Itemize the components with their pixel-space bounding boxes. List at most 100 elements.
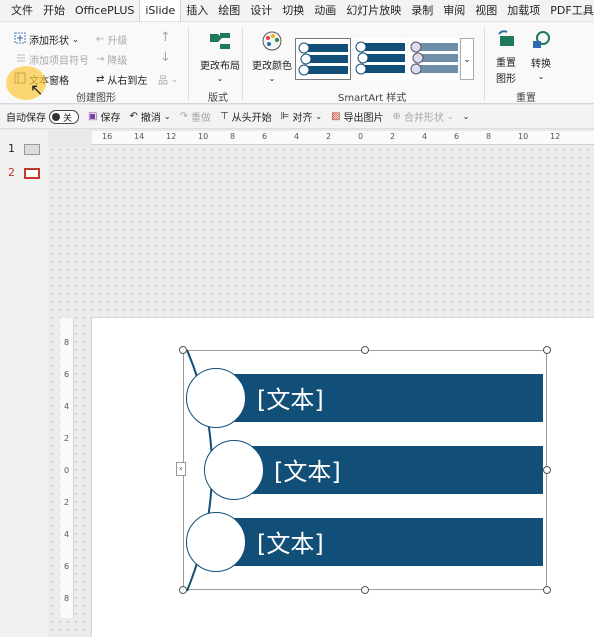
menu-item[interactable]: OfficePLUS [70,0,139,21]
ruler-tick-label: 2 [326,132,332,141]
menu-item[interactable]: iSlide [139,0,182,21]
style-thumbnail-1[interactable] [295,38,351,80]
chevron-down-icon: ⌄ [171,75,178,84]
save-button[interactable]: ▣ 保存 [88,109,120,124]
chevron-down-icon: ⌄ [216,74,224,83]
convert-button[interactable]: 转换 ⌄ [530,30,552,81]
ruler-tick-label: 6 [262,132,268,141]
smartart-circle-1[interactable] [186,368,246,428]
style-thumbnail-3[interactable] [408,38,458,80]
smartart-text-2[interactable]: [文本] [274,452,341,487]
smartart-circle-2[interactable] [204,440,264,500]
ribbon: 添加形状 ⌄ 添加项目符号 文本窗格 ← 升级 → 降级 ⇄ 从右到左 ↑ ↓ … [0,22,594,104]
reset-graphic-icon [495,30,517,53]
arrow-down-icon: ↓ [160,50,171,65]
style-thumbnail-2[interactable] [353,38,407,80]
chevron-down-icon: ⌄ [268,74,276,83]
export-image-button[interactable]: ▨ 导出图片 [331,109,383,124]
ruler-tick-label: 6 [64,562,70,571]
divider [484,28,485,100]
chevron-down-icon: ⌄ [446,112,454,121]
align-button[interactable]: ⊫ 对齐 ⌄ [281,109,322,124]
autosave-toggle[interactable]: 自动保存 关 [6,109,79,124]
resize-handle-br[interactable] [543,586,551,594]
merge-shapes-button[interactable]: ⊕ 合并形状 ⌄ [393,109,454,124]
layout-group-label: 版式 [208,93,228,104]
promote-button[interactable]: ← 升级 [96,32,127,47]
horizontal-ruler: 16 14 12 10 8 6 4 2 0 2 4 6 8 10 12 [92,131,594,145]
change-colors-button[interactable]: 更改颜色 ⌄ [252,30,292,83]
move-down-button[interactable]: ↓ [160,50,171,65]
gallery-more-button[interactable]: ⌄ [460,38,474,80]
undo-button[interactable]: ↶ 撤消 ⌄ [129,109,170,124]
resize-handle-bl[interactable] [179,586,187,594]
ruler-tick-label: 2 [390,132,396,141]
menu-item[interactable]: 文件 [6,0,38,21]
menu-item[interactable]: 动画 [309,0,341,21]
right-to-left-button[interactable]: ⇄ 从右到左 [96,72,147,87]
chevron-down-icon: ⌄ [537,72,545,81]
align-icon: ⊫ [280,111,290,122]
menu-item[interactable]: 绘图 [213,0,245,21]
menu-item[interactable]: 插入 [181,0,213,21]
add-bullet-button[interactable]: 添加项目符号 [14,52,89,67]
ruler-tick-label: 16 [102,132,113,141]
swap-icon: ⇄ [96,74,105,85]
ruler-tick-label: 0 [64,466,70,475]
chevron-down-icon: ⌄ [163,112,171,121]
menu-item[interactable]: 审阅 [438,0,470,21]
reset-graphic-button[interactable]: 重置 图形 [495,30,517,85]
add-shape-icon [14,32,26,47]
ruler-tick-label: 12 [166,132,177,141]
arrow-left-icon: ← [96,34,105,45]
slide-canvas[interactable]: [文本] [文本] [文本] ‹ [92,318,594,637]
menu-item[interactable]: 切换 [277,0,309,21]
smartart-styles-group-label: SmartArt 样式 [338,93,407,104]
resize-handle-r[interactable] [543,466,551,474]
layout-org-button[interactable]: 品 ⌄ [158,72,178,87]
move-up-button[interactable]: ↑ [160,30,171,45]
ruler-tick-label: 4 [294,132,300,141]
layout-icon [208,30,232,55]
ruler-tick-label: 10 [518,132,529,141]
menu-item[interactable]: 设计 [245,0,277,21]
thumbnail-number: 1 [8,142,15,155]
ruler-tick-label: 14 [134,132,145,141]
smartart-text-3[interactable]: [文本] [257,524,324,559]
menu-item[interactable]: 加载项 [502,0,545,21]
add-shape-button[interactable]: 添加形状 ⌄ [14,32,79,47]
smartart-text-1[interactable]: [文本] [257,380,324,415]
palette-icon [260,30,284,55]
customize-qat-button[interactable]: ⌄ [463,112,470,121]
from-start-button[interactable]: ⊤ 从头开始 [220,109,272,124]
toggle-knob [52,112,60,121]
redo-button[interactable]: ↷ 重做 [180,109,211,124]
menu-bar: 文件 开始 OfficePLUS iSlide 插入 绘图 设计 切换 动画 幻灯片放映 录制 审阅视… [0,0,594,22]
ruler-tick-label: 4 [64,402,70,411]
quick-access-toolbar: 自动保存 关 ▣ 保存 ↶ 撤消 ⌄ ↷ 重做 ⊤ 从头开始 ⊫ 对齐 ⌄ ▨ 导出图片 ⊕ 合并… [0,105,594,129]
vertical-ruler: 8 6 4 2 0 2 4 6 8 [60,318,74,618]
redo-icon: ↷ [179,111,188,122]
image-icon: ▨ [331,111,341,122]
menu-item[interactable]: 开始 [38,0,70,21]
resize-handle-b[interactable] [361,586,369,594]
slide-thumbnail-2[interactable] [24,168,40,179]
ruler-tick-label: 2 [64,498,70,507]
menu-item[interactable]: 录制 [406,0,438,21]
text-pane-expand-button[interactable]: ‹ [176,462,186,476]
resize-handle-t[interactable] [361,346,369,354]
thumbnail-number: 2 [8,166,15,179]
smartart-circle-3[interactable] [186,512,246,572]
demote-button[interactable]: → 降级 [96,52,127,67]
ruler-tick-label: 8 [64,338,70,347]
resize-handle-tl[interactable] [179,346,187,354]
menu-item[interactable]: 视图 [470,0,502,21]
divider [242,28,243,100]
arrow-right-icon: → [96,54,105,65]
menu-item[interactable]: PDF工具箱 [545,0,594,21]
resize-handle-tr[interactable] [543,346,551,354]
menu-item[interactable]: 幻灯片放映 [341,0,406,21]
change-layout-button[interactable]: 更改布局 ⌄ [200,30,240,83]
slide-thumbnail-1[interactable] [24,144,40,155]
toggle-switch[interactable]: 关 [49,109,79,124]
